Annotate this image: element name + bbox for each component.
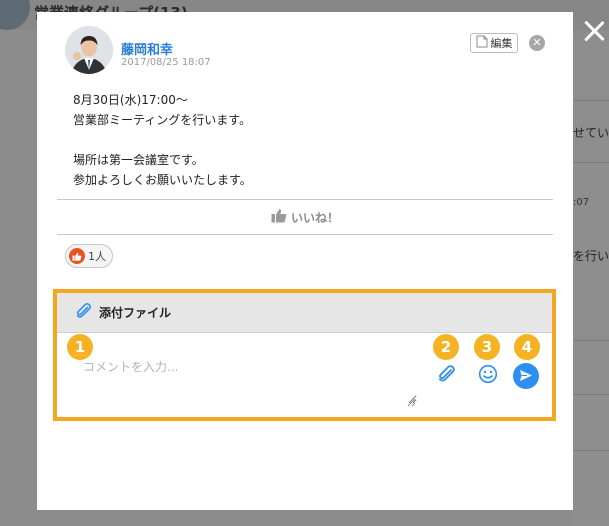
post-line: 場所は第一会議室です。: [73, 153, 204, 167]
send-button[interactable]: [513, 363, 539, 389]
background-snippet: :07: [573, 197, 590, 208]
emoji-button[interactable]: [476, 364, 500, 388]
resize-grip-icon[interactable]: [406, 392, 416, 411]
divider: [57, 234, 553, 235]
background-divider: [573, 394, 609, 395]
like-label: いいね！: [290, 210, 339, 225]
smiley-icon: [478, 364, 498, 388]
thumbs-up-icon: [271, 208, 287, 226]
edit-label: 編集: [490, 37, 513, 50]
callout-badge-1: 1: [67, 334, 93, 360]
post-timestamp: 2017/08/25 18:07: [121, 57, 211, 68]
post-line: 営業部ミーティングを行います。: [73, 113, 252, 127]
like-button[interactable]: いいね！: [57, 200, 553, 234]
post-modal: 藤岡和幸 2017/08/25 18:07 編集 ✕ 8月30日(水)17:00…: [37, 12, 573, 510]
avatar: [65, 26, 113, 74]
background-divider: [573, 100, 609, 101]
post-line: 参加よろしくお願いいたします。: [73, 173, 252, 187]
callout-badge-2: 2: [433, 334, 459, 360]
like-count-badge[interactable]: 1人: [65, 244, 113, 268]
edit-icon: [476, 35, 488, 51]
background-divider: [573, 450, 609, 451]
close-icon[interactable]: [581, 18, 607, 44]
post-line: [73, 130, 252, 150]
background-divider: [573, 162, 609, 163]
delete-icon[interactable]: ✕: [529, 35, 545, 51]
send-icon: [519, 367, 533, 386]
post-body: 8月30日(水)17:00〜 営業部ミーティングを行います。 場所は第一会議室で…: [73, 90, 252, 190]
background-snippet: を行い: [573, 249, 609, 263]
background-feed: [573, 40, 609, 526]
attach-file-button[interactable]: [435, 364, 459, 388]
post-line: 8月30日(水)17:00〜: [73, 93, 188, 107]
comment-input[interactable]: [65, 358, 417, 404]
paperclip-icon: [437, 364, 457, 388]
background-divider: [573, 340, 609, 341]
thumbs-up-icon: [69, 248, 85, 264]
callout-badge-3: 3: [474, 334, 500, 360]
callout-badge-4: 4: [514, 334, 540, 360]
post-author[interactable]: 藤岡和幸: [121, 39, 173, 58]
like-count: 1人: [88, 250, 106, 263]
edit-button[interactable]: 編集: [470, 33, 518, 53]
background-snippet: せていい: [573, 126, 609, 140]
